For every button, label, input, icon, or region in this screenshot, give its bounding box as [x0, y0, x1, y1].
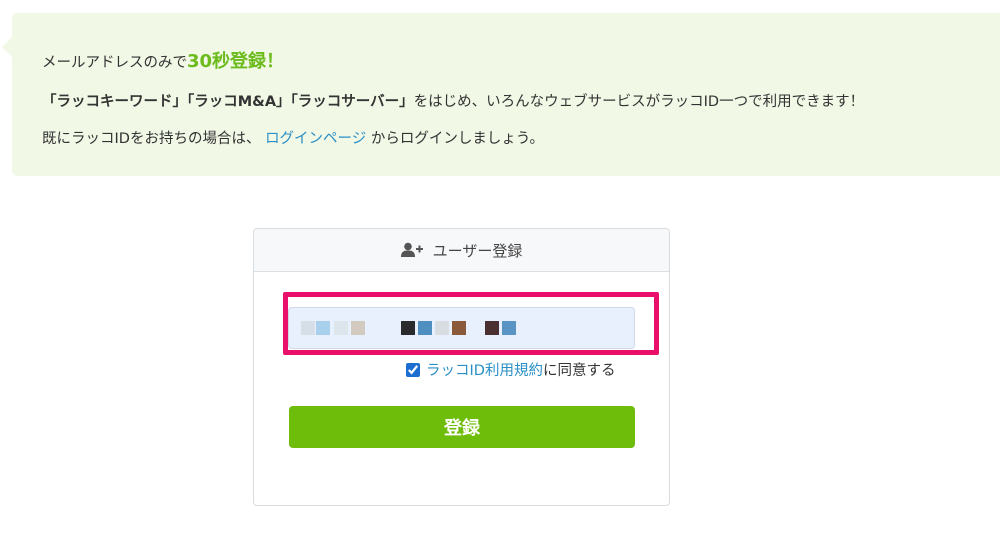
terms-agree-label: に同意する: [542, 363, 616, 379]
terms-link[interactable]: ラッコID利用規約: [426, 359, 543, 380]
registration-notice: メールアドレスのみで30秒登録！ 「ラッコキーワード」「ラッコM&A」「ラッコサ…: [2, 13, 1000, 176]
notice-line-login: 既にラッコIDをお持ちの場合は、 ログインページ からログインしましょう。: [42, 127, 544, 148]
service-name-keyword: 「ラッコキーワード」: [42, 94, 187, 110]
notice-line-quick-signup: メールアドレスのみで30秒登録！: [42, 47, 284, 73]
user-registration-card: ユーザー登録 ラッコID利用規約 に同意する 登録: [253, 228, 670, 506]
service-name-server: 「ラッコサーバー」: [290, 94, 414, 110]
card-title: ユーザー登録: [432, 241, 523, 260]
notice-highlight: 30秒登録！: [187, 51, 285, 72]
login-page-link[interactable]: ログインページ: [265, 131, 366, 147]
register-button[interactable]: 登録: [289, 406, 635, 448]
terms-agreement[interactable]: ラッコID利用規約 に同意する: [406, 359, 615, 380]
user-plus-icon: [400, 242, 423, 257]
service-name-ma: 「ラッコM&A」: [187, 94, 291, 110]
terms-checkbox[interactable]: [406, 362, 420, 377]
card-header: ユーザー登録: [254, 229, 669, 272]
notice-login-prefix: 既にラッコIDをお持ちの場合は、: [42, 131, 261, 147]
notice-prefix: メールアドレスのみで: [42, 55, 187, 71]
highlight-annotation-box: [283, 292, 659, 355]
notice-services-suffix: をはじめ、いろんなウェブサービスがラッコID一つで利用できます！: [413, 94, 865, 110]
notice-login-suffix: からログインしましょう。: [370, 131, 545, 147]
notice-line-services: 「ラッコキーワード」「ラッコM&A」「ラッコサーバー」をはじめ、いろんなウェブサ…: [42, 90, 864, 111]
